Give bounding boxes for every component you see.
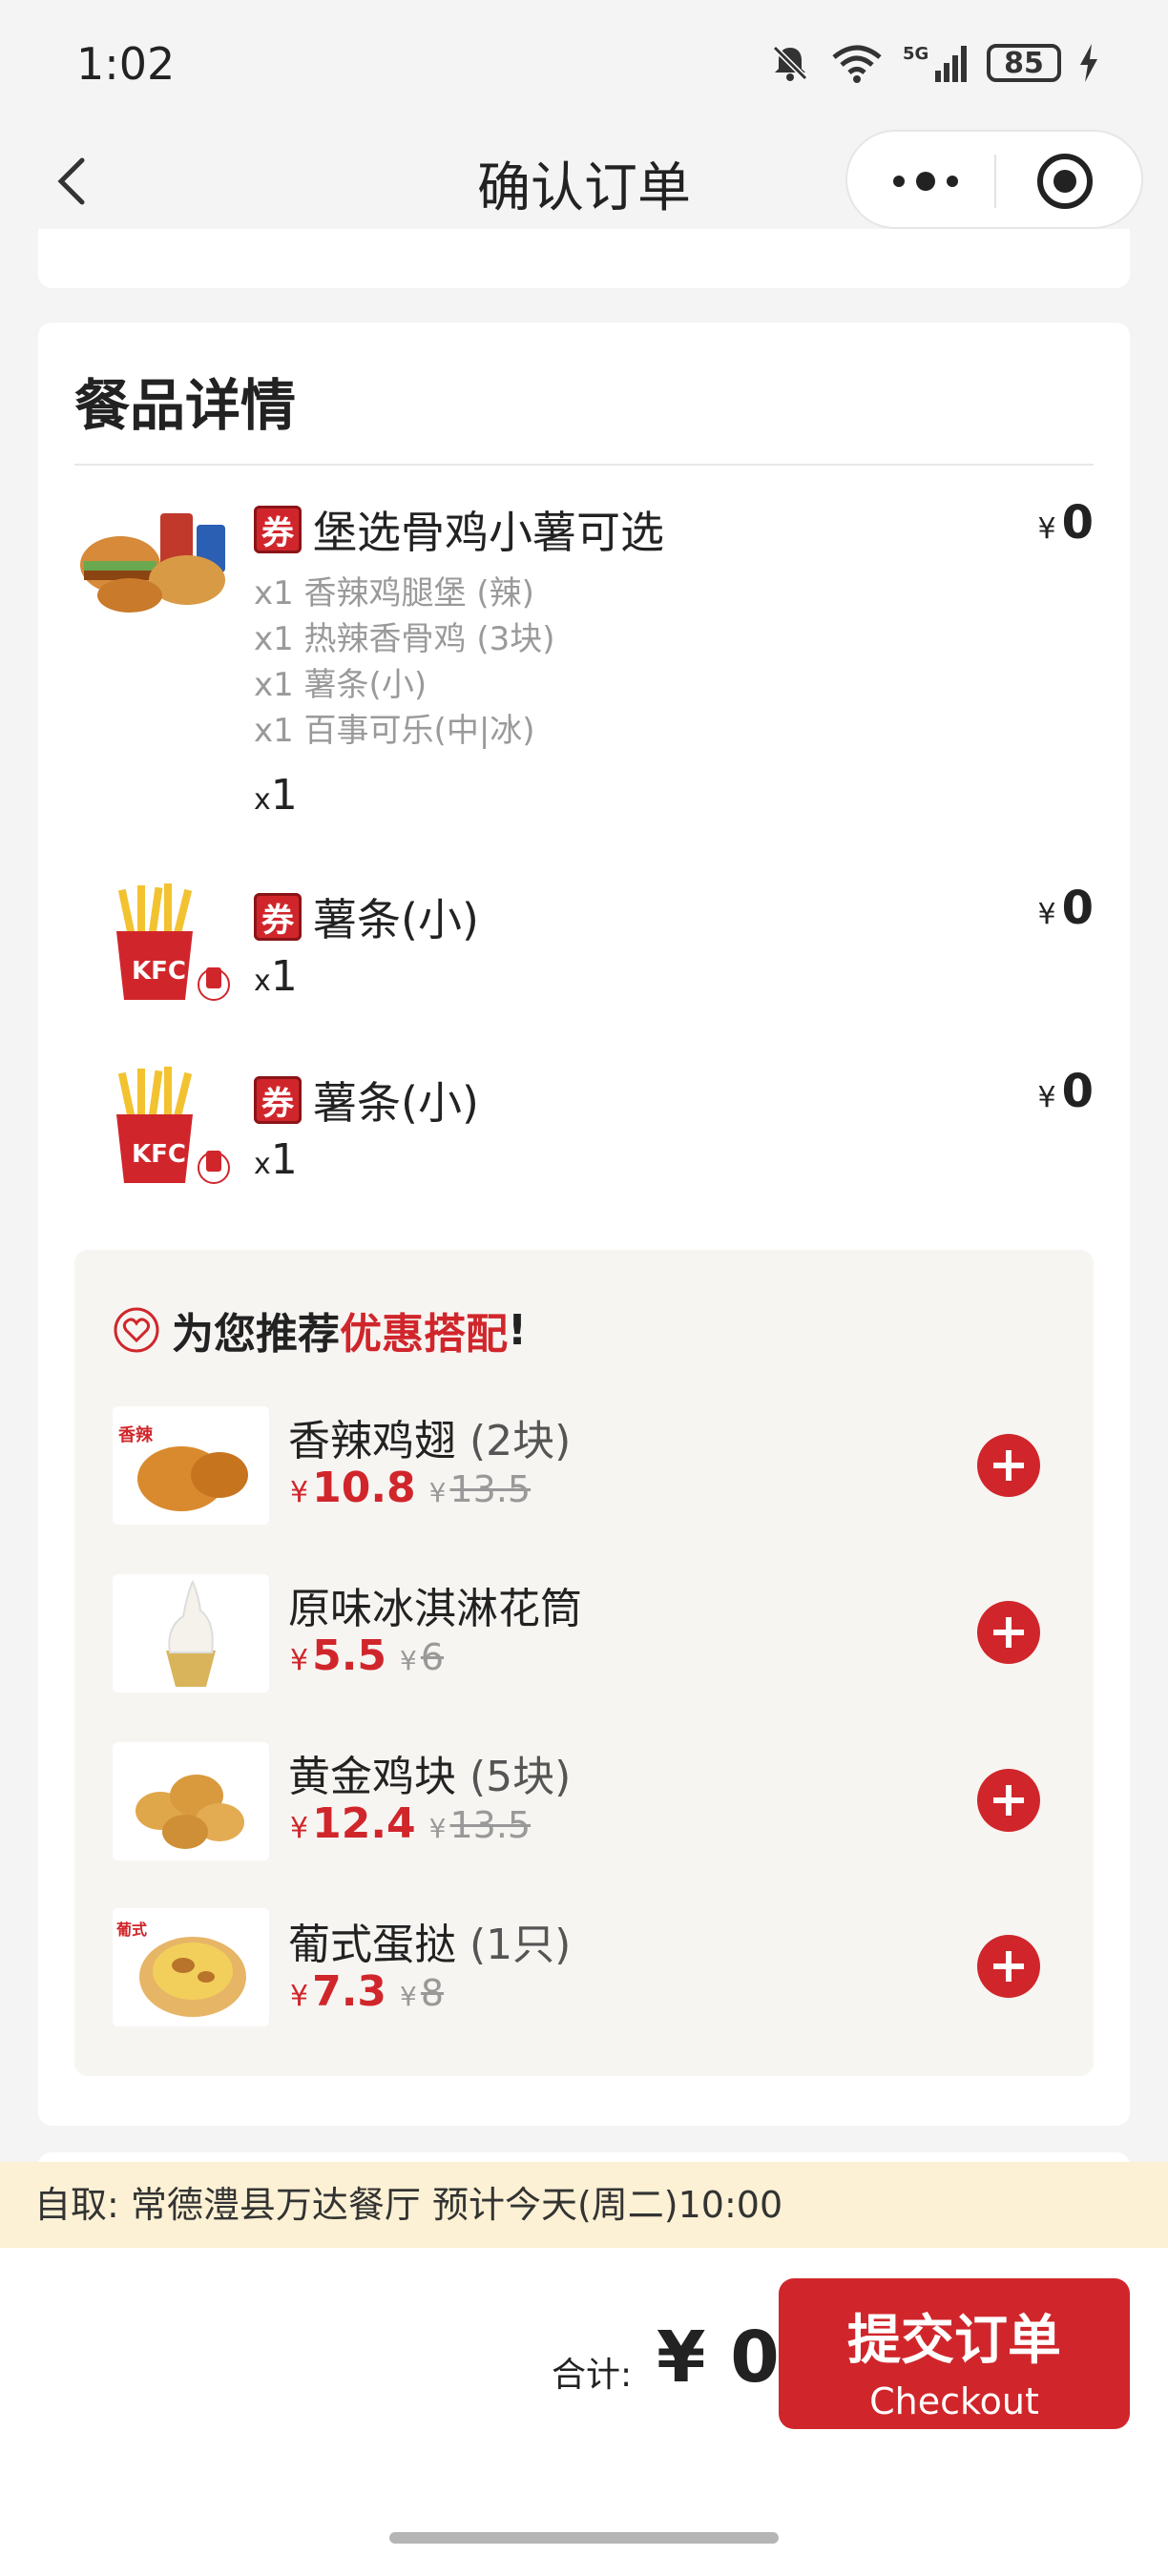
item-quantity: x1 bbox=[254, 952, 298, 1001]
reco-item-name: 葡式蛋挞 (1只) bbox=[288, 1921, 572, 1969]
target-circle-icon bbox=[1037, 154, 1093, 209]
mute-bell-icon bbox=[772, 45, 808, 81]
combo-image bbox=[74, 496, 231, 620]
ice-cream-image bbox=[113, 1574, 269, 1693]
status-icons: 5G 85 bbox=[769, 42, 1099, 84]
checkout-sub-label: Checkout bbox=[869, 2380, 1039, 2422]
svg-text:KFC: KFC bbox=[132, 1140, 186, 1169]
total-value: ¥ 0 bbox=[657, 2316, 780, 2399]
item-price: ¥0 bbox=[1037, 882, 1095, 935]
plus-icon bbox=[993, 1951, 1024, 1982]
wifi-icon bbox=[832, 45, 882, 83]
add-nuggets-button[interactable] bbox=[977, 1769, 1040, 1832]
reco-item-name: 原味冰淇淋花筒 bbox=[288, 1585, 582, 1633]
svg-text:葡式: 葡式 bbox=[115, 1921, 147, 1939]
wings-image: 香辣 bbox=[113, 1406, 269, 1525]
sub-item: x1 百事可乐(中|冰) bbox=[254, 712, 535, 750]
total-label: 合计: bbox=[552, 2356, 633, 2395]
reco-item-price: ¥10.8 ¥13.5 bbox=[290, 1464, 532, 1512]
pickup-banner: 自取: 常德澧县万达餐厅 预计今天(周二)10:00 bbox=[0, 2162, 1168, 2248]
sub-item: x1 薯条(小) bbox=[254, 666, 428, 704]
nuggets-image bbox=[113, 1742, 269, 1860]
recommendation-title: 为您推荐 优惠搭配! bbox=[113, 1299, 527, 1361]
previous-card bbox=[38, 229, 1130, 288]
plus-icon bbox=[993, 1617, 1024, 1648]
combo-sub-items: x1 香辣鸡腿堡 (辣) x1 热辣香骨鸡 (3块) x1 薯条(小) x1 百… bbox=[254, 571, 555, 754]
section-title: 餐品详情 bbox=[74, 373, 297, 438]
reco-item-price: ¥12.4 ¥13.5 bbox=[290, 1799, 532, 1848]
more-button[interactable] bbox=[878, 155, 973, 208]
product-name: 堡选骨鸡小薯可选 bbox=[313, 507, 664, 558]
more-dots-icon bbox=[893, 172, 958, 191]
battery-indicator: 85 bbox=[987, 44, 1061, 82]
fries-title: 券薯条(小) bbox=[254, 885, 479, 948]
checkout-button[interactable]: 提交订单 Checkout bbox=[779, 2278, 1130, 2429]
checkout-label: 提交订单 bbox=[847, 2310, 1061, 2372]
svg-text:KFC: KFC bbox=[132, 957, 186, 986]
sub-item: x1 热辣香骨鸡 (3块) bbox=[254, 620, 555, 658]
fries-title: 券薯条(小) bbox=[254, 1069, 479, 1132]
svg-text:5G: 5G bbox=[903, 44, 928, 64]
combo-title: 券堡选骨鸡小薯可选 bbox=[254, 498, 664, 561]
item-price: ¥0 bbox=[1037, 1065, 1095, 1118]
plus-icon bbox=[993, 1785, 1024, 1816]
item-price: ¥0 bbox=[1037, 496, 1095, 550]
miniapp-capsule bbox=[845, 130, 1143, 229]
svg-text:香辣: 香辣 bbox=[117, 1424, 154, 1445]
close-miniapp-button[interactable] bbox=[1034, 151, 1095, 212]
add-ice-cream-button[interactable] bbox=[977, 1601, 1040, 1664]
coupon-badge: 券 bbox=[254, 893, 302, 941]
add-wings-button[interactable] bbox=[977, 1434, 1040, 1497]
signal-5g-icon: 5G bbox=[903, 44, 967, 82]
divider bbox=[74, 464, 1094, 466]
charging-icon bbox=[1080, 44, 1097, 82]
reco-item-name: 黄金鸡块 (5块) bbox=[288, 1753, 572, 1801]
add-egg-tart-button[interactable] bbox=[977, 1935, 1040, 1998]
reco-item-price: ¥7.3 ¥8 bbox=[290, 1967, 445, 2016]
status-time: 1:02 bbox=[76, 38, 176, 90]
reco-item-name: 香辣鸡翅 (2块) bbox=[288, 1417, 572, 1465]
coupon-badge: 券 bbox=[254, 506, 302, 553]
capsule-divider bbox=[994, 155, 996, 208]
sub-item: x1 香辣鸡腿堡 (辣) bbox=[254, 574, 534, 613]
product-name: 薯条(小) bbox=[313, 894, 479, 945]
product-name: 薯条(小) bbox=[313, 1077, 479, 1129]
coupon-badge: 券 bbox=[254, 1076, 302, 1124]
egg-tart-image: 葡式 bbox=[113, 1908, 269, 2026]
fries-image: KFC bbox=[103, 1067, 237, 1187]
item-quantity: x1 bbox=[254, 1135, 298, 1184]
reco-item-price: ¥5.5 ¥6 bbox=[290, 1631, 445, 1680]
plus-icon bbox=[993, 1450, 1024, 1481]
heart-icon bbox=[114, 1307, 159, 1353]
fries-image: KFC bbox=[103, 883, 237, 1004]
home-indicator bbox=[389, 2532, 779, 2544]
item-quantity: x1 bbox=[254, 771, 298, 820]
